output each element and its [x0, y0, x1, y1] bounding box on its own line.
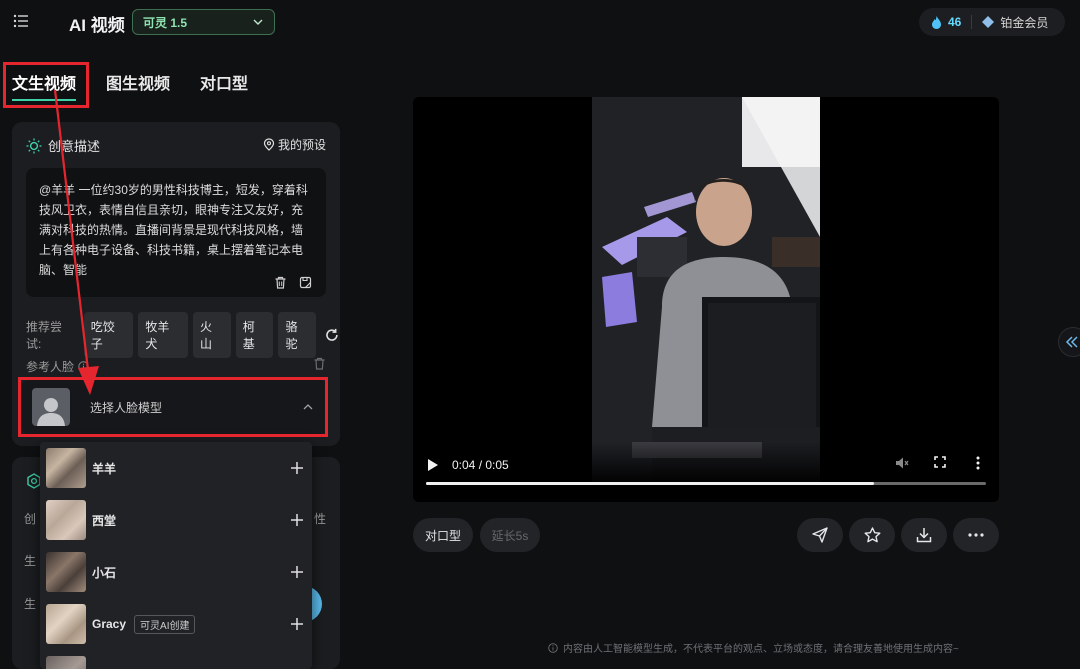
download-icon [916, 528, 932, 543]
double-chevron-left-icon [1065, 336, 1078, 348]
info-icon [548, 642, 558, 653]
download-button[interactable] [901, 518, 947, 552]
volume-muted-icon[interactable] [895, 456, 909, 470]
play-icon[interactable] [427, 458, 439, 472]
playback-time: 0:04 / 0:05 [452, 458, 509, 472]
extend-button[interactable]: 延长5s [480, 518, 540, 552]
video-player[interactable]: 0:04 / 0:05 [413, 97, 999, 502]
video-thumbnail [592, 97, 820, 482]
collapse-panel-button[interactable] [1058, 327, 1080, 357]
star-icon [864, 527, 880, 543]
share-button[interactable] [797, 518, 843, 552]
more-horizontal-icon [968, 533, 984, 537]
video-frame [592, 97, 820, 482]
progress-fill [426, 482, 874, 485]
disclaimer-text: 内容由人工智能模型生成，不代表平台的观点、立场或态度，请合理友善地使用生成内容~ [563, 644, 959, 655]
more-vertical-icon[interactable] [976, 456, 980, 470]
fullscreen-icon[interactable] [934, 456, 946, 468]
more-options-button[interactable] [953, 518, 999, 552]
progress-bar[interactable] [426, 482, 986, 485]
player-controls: 0:04 / 0:05 [413, 442, 999, 502]
send-icon [812, 527, 828, 543]
disclaimer: 内容由人工智能模型生成，不代表平台的观点、立场或态度，请合理友善地使用生成内容~ [548, 640, 959, 655]
lip-sync-button[interactable]: 对口型 [413, 518, 473, 552]
favorite-button[interactable] [849, 518, 895, 552]
